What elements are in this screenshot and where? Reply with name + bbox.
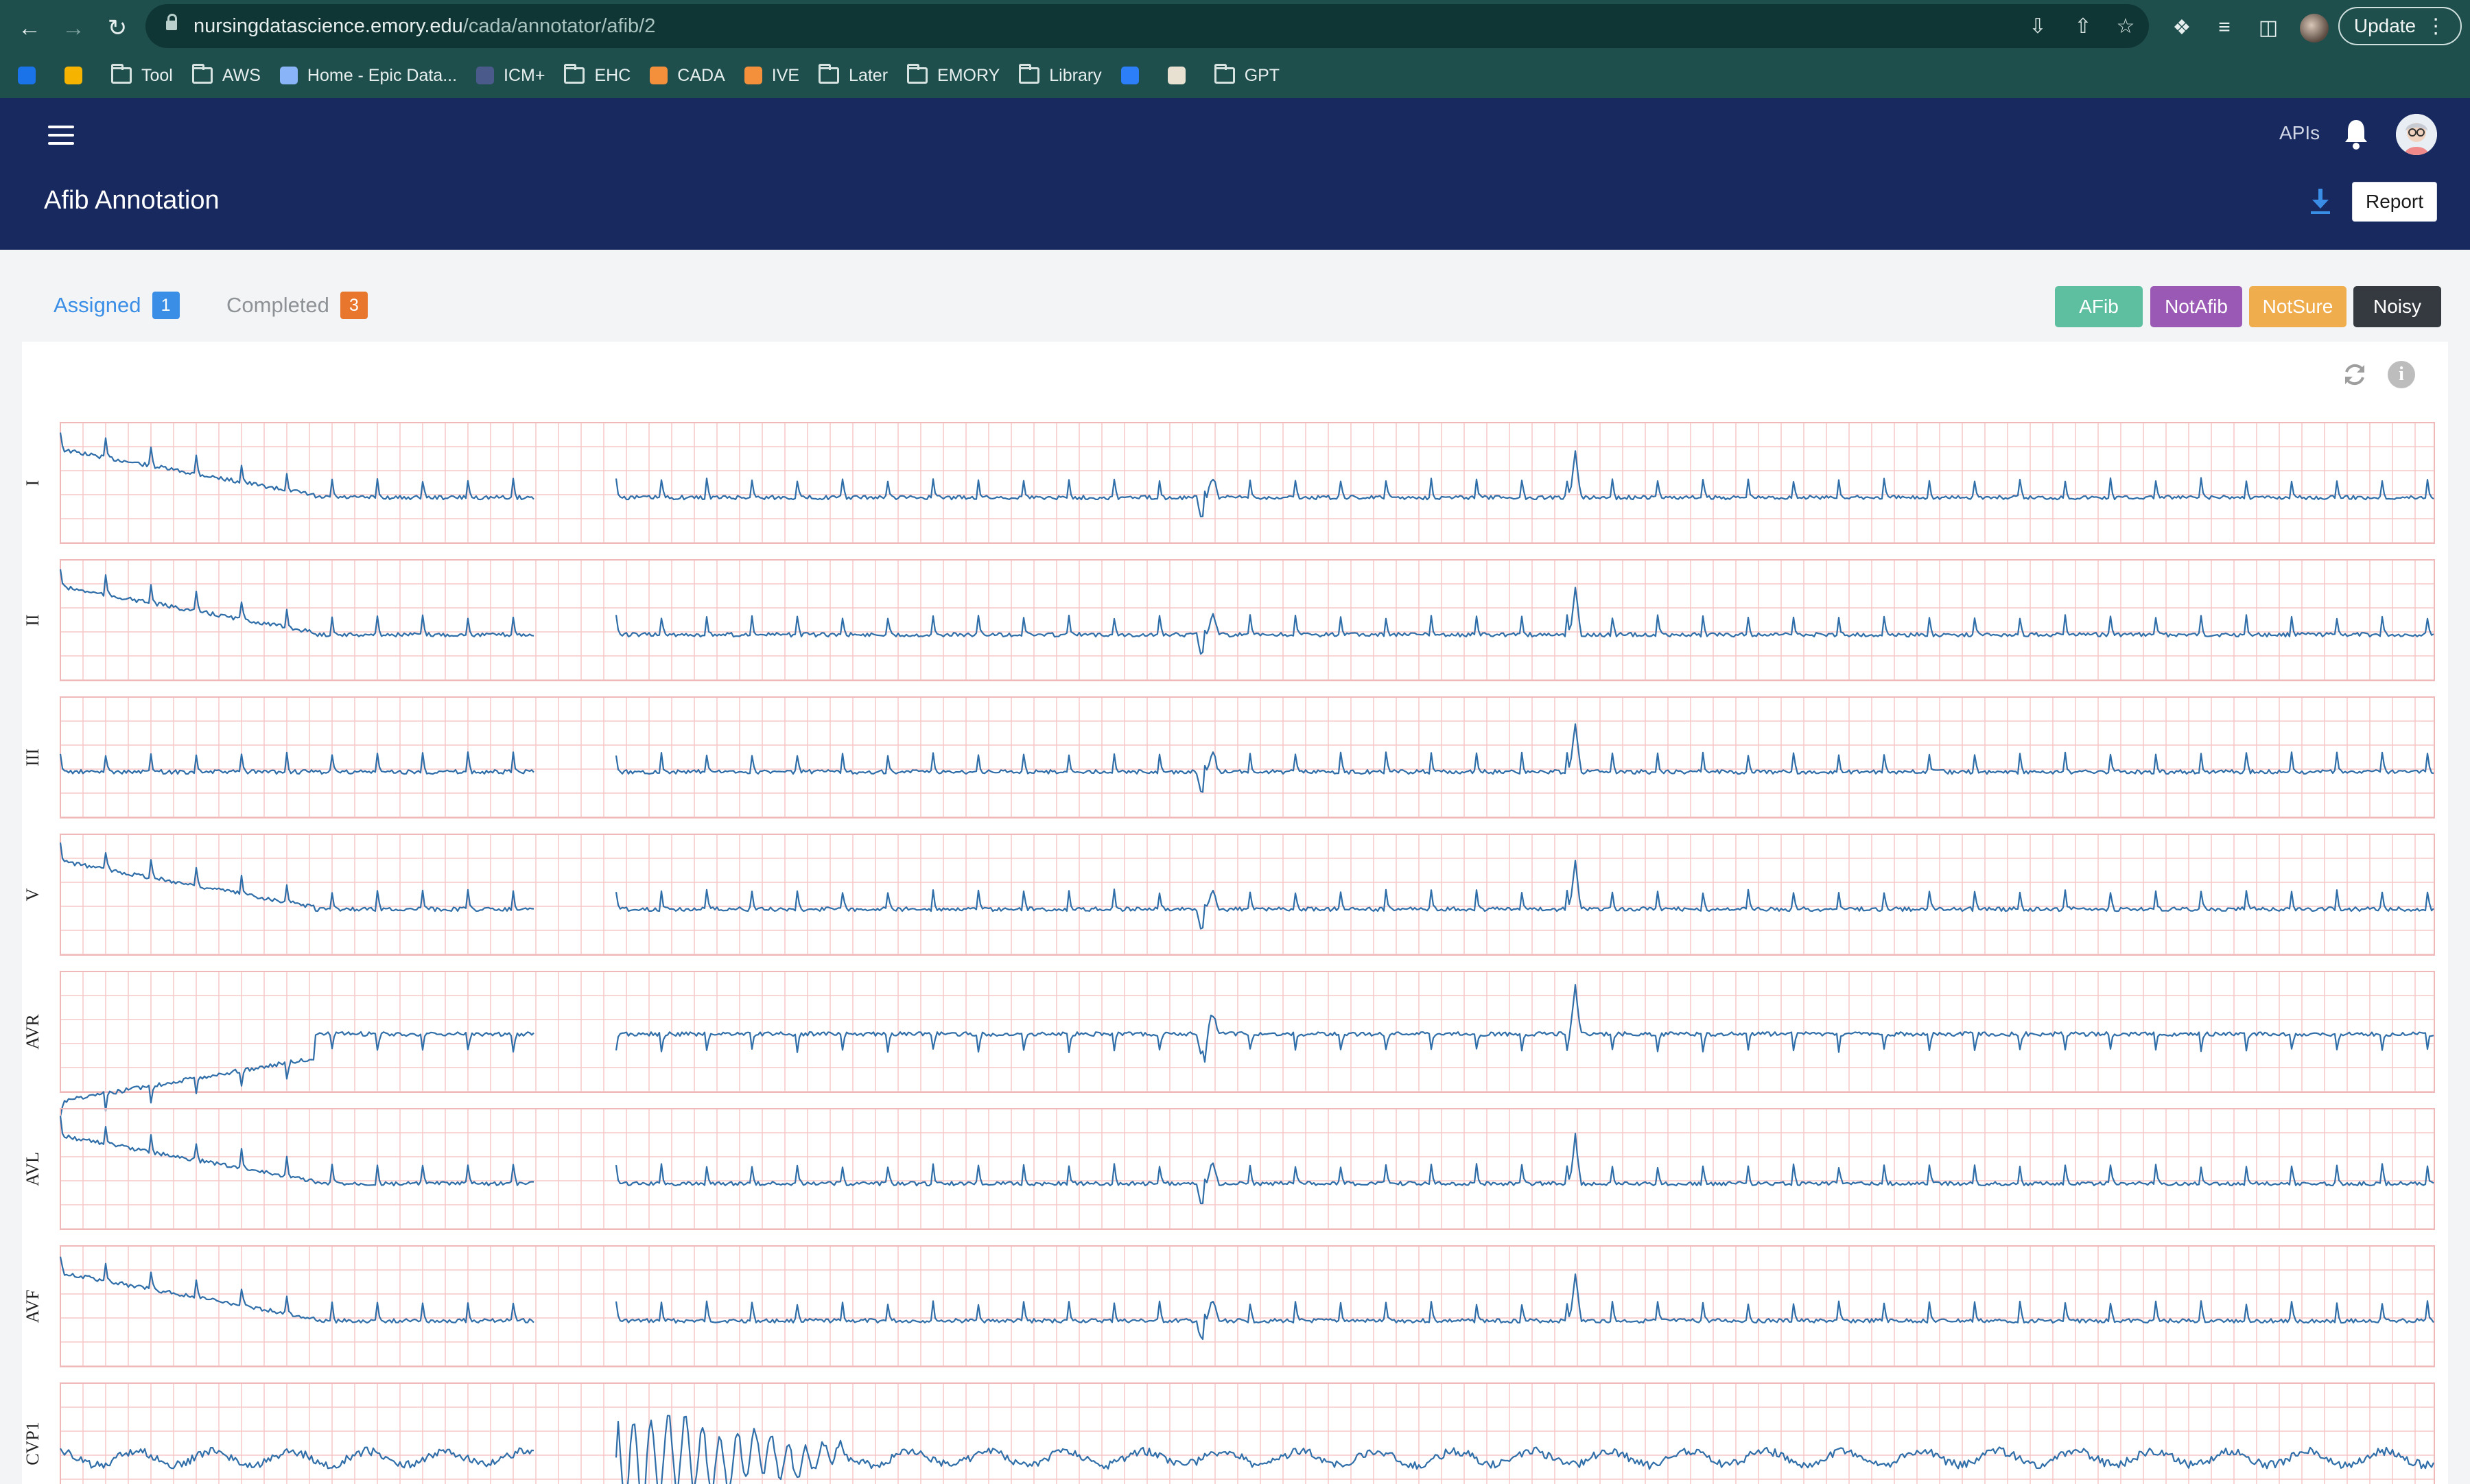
lead-strip-avr: AVR [23,971,2435,1117]
ecg-strip-border [60,1382,2435,1484]
ecg-grid [60,1245,2434,1367]
lead-label: V [23,888,43,901]
ecg-waveform-iii [59,723,2434,793]
ecg-strip-border [60,971,2435,1093]
ecg-grid [60,834,2434,955]
ecg-grid [60,1382,2434,1484]
ecg-strip-border [60,1245,2435,1367]
lead-label: AVL [23,1152,43,1186]
ecg-grid [60,559,2434,681]
ecg-waveform-cvp1 [60,1415,2435,1484]
lead-strip-avl: AVL [23,1108,2435,1230]
ecg-strip-border [60,1108,2435,1230]
ecg-waveform-v [59,842,2434,930]
lead-label: AVF [23,1290,43,1323]
lead-label: II [23,614,43,626]
lead-strip-cvp1: CVP1 [23,1382,2435,1484]
lead-label: I [23,480,43,486]
lead-strip-avf: AVF [23,1245,2435,1367]
lead-strip-ii: II [23,559,2435,681]
lead-label: AVR [23,1014,43,1050]
ecg-waveform-avr [59,984,2434,1117]
ecg-waveform-ii [59,569,2434,655]
ecg-strip-border [60,696,2435,818]
lead-strip-i: I [23,422,2435,544]
lead-label: CVP1 [23,1422,43,1465]
ecg-grid [60,971,2434,1092]
ecg-waveform-avf [59,1256,2434,1340]
ecg-chart: IIIIIIVAVRAVLAVFCVP1 [23,422,2435,1484]
ecg-waveform-i [59,432,2434,518]
lead-label: III [23,749,43,766]
lead-strip-v: V [23,834,2435,956]
ecg-grid [60,696,2434,818]
ecg-strip-border [60,834,2435,956]
ecg-grid [60,1108,2434,1229]
ecg-waveform-avl [59,1116,2434,1205]
ecg-strip-border [60,559,2435,681]
ecg-grid [60,422,2434,543]
ecg-strip-border [60,422,2435,544]
lead-strip-iii: III [23,696,2435,818]
